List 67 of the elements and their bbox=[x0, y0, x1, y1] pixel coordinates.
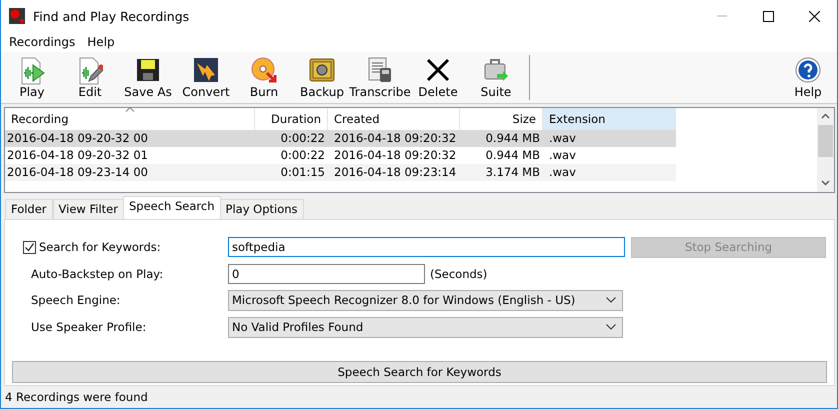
tab[interactable]: View Filter bbox=[52, 198, 124, 219]
toolbox-icon bbox=[483, 56, 509, 83]
suite-button[interactable]: Suite bbox=[467, 52, 525, 103]
table-cell-text: 0.944 MB bbox=[484, 148, 541, 162]
backup-button[interactable]: Backup bbox=[293, 52, 351, 103]
dropdown-value: Microsoft Speech Recognizer 8.0 for Windows (English - US) bbox=[232, 293, 576, 308]
keywords-input[interactable]: softpedia bbox=[228, 237, 625, 258]
speech-engine-dropdown[interactable]: Microsoft Speech Recognizer 8.0 for Windows (English - US) bbox=[228, 290, 623, 311]
window-title: Find and Play Recordings bbox=[33, 8, 190, 24]
chevron-down-icon bbox=[606, 297, 616, 304]
maximize-icon[interactable] bbox=[762, 10, 774, 22]
speaker-profile-dropdown[interactable]: No Valid Profiles Found bbox=[228, 316, 623, 338]
edit-icon bbox=[77, 56, 103, 85]
table-cell-text: 2016-04-18 09:23:14 bbox=[333, 165, 458, 180]
disc-icon bbox=[251, 56, 277, 83]
dropdown-value: No Valid Profiles Found bbox=[232, 320, 364, 334]
edit-button[interactable]: Edit bbox=[61, 52, 119, 103]
field-label: Search for Keywords: bbox=[39, 240, 161, 254]
table-cell-text: 0:01:15 bbox=[280, 165, 326, 180]
help-icon bbox=[795, 56, 821, 83]
delete-icon bbox=[425, 56, 451, 83]
table-cell-text: 2016-04-18 09:20:32 bbox=[333, 131, 458, 146]
field-label: Auto-Backstep on Play: bbox=[30, 266, 164, 281]
checkbox[interactable] bbox=[23, 240, 36, 254]
delete-button[interactable]: Delete bbox=[409, 52, 467, 103]
field-label: Speech Engine: bbox=[30, 293, 122, 308]
play-icon bbox=[19, 56, 45, 85]
table-cell-text: 2016-04-18 09-20-32 00 bbox=[6, 131, 149, 146]
tab[interactable]: Folder bbox=[5, 198, 53, 219]
table-cell-text: 2016-04-18 09-23-14 00 bbox=[6, 165, 149, 180]
table-cell-text: .wav bbox=[548, 148, 577, 162]
menu-item[interactable]: Recordings bbox=[3, 34, 82, 49]
scrollbar[interactable] bbox=[817, 108, 834, 192]
table-cell-text: 2016-04-18 09-20-32 01 bbox=[6, 148, 149, 162]
table-row[interactable]: 2016-04-18 09-20-32 01 0:00:22 2016-04-18 09:20:32 0.944 MB .wav bbox=[5, 146, 676, 164]
table-cell-text: 0:00:22 bbox=[280, 131, 326, 146]
app-logo-icon bbox=[9, 8, 25, 24]
menu-item[interactable]: Help bbox=[81, 34, 121, 49]
burn-button[interactable]: Burn bbox=[235, 52, 293, 103]
speech-search-button[interactable]: Speech Search for Keywords bbox=[12, 360, 827, 383]
tab[interactable]: Play Options bbox=[220, 198, 304, 219]
scroll-down-icon[interactable] bbox=[821, 180, 830, 186]
scroll-up-icon[interactable] bbox=[821, 113, 830, 120]
convert-icon bbox=[193, 56, 219, 83]
play-button[interactable]: Play bbox=[3, 52, 61, 103]
table-cell-text: 2016-04-18 09:20:32 bbox=[333, 148, 458, 162]
status-text: 4 Recordings were found bbox=[5, 390, 148, 404]
chevron-down-icon bbox=[606, 324, 616, 330]
table-row[interactable]: 2016-04-18 09-20-32 00 0:00:22 2016-04-18 09:20:32 0.944 MB .wav bbox=[5, 130, 676, 147]
table-cell-text: .wav bbox=[548, 131, 577, 146]
field-label: Use Speaker Profile: bbox=[30, 320, 148, 334]
help-button[interactable]: Help bbox=[779, 52, 837, 103]
column-header[interactable]: Extension bbox=[543, 108, 676, 130]
save-button[interactable]: Save As bbox=[119, 52, 177, 103]
convert-button[interactable]: Convert bbox=[177, 52, 235, 103]
close-icon[interactable] bbox=[808, 10, 820, 22]
document-recorder-icon bbox=[367, 56, 393, 83]
table-row[interactable]: 2016-04-18 09-23-14 00 0:01:15 2016-04-18 09:23:14 3.174 MB .wav bbox=[5, 164, 676, 181]
table-cell-text: 3.174 MB bbox=[484, 165, 541, 180]
safe-icon bbox=[309, 56, 335, 83]
table-cell-text: 0.944 MB bbox=[484, 131, 541, 146]
table-cell-text: .wav bbox=[548, 165, 577, 180]
unit-label: (Seconds) bbox=[430, 266, 488, 281]
backstep-input[interactable]: 0 bbox=[228, 264, 425, 284]
table-cell-text: 0:00:22 bbox=[280, 148, 326, 162]
transcribe-button[interactable]: Transcribe bbox=[351, 52, 409, 103]
tab[interactable]: Speech Search bbox=[122, 196, 221, 219]
